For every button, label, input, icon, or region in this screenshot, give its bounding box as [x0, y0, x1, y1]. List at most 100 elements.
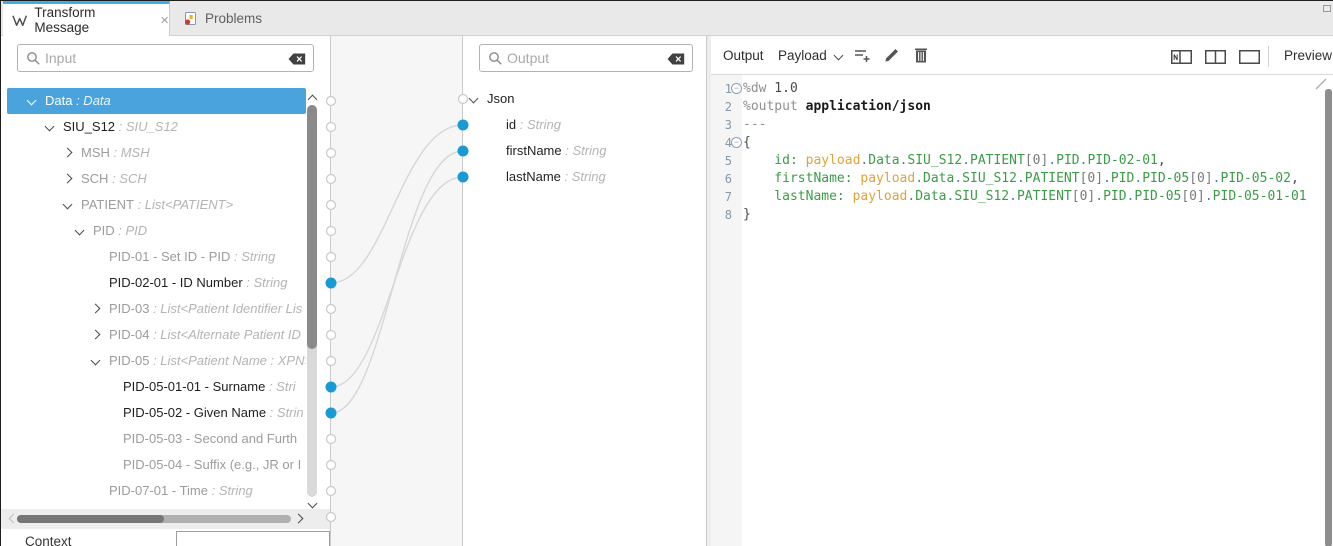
code-token-field: PATIENT: [1017, 189, 1072, 204]
input-port[interactable]: [327, 461, 336, 470]
node-name: PID-05-02 - Given Name: [123, 405, 266, 420]
context-input-box[interactable]: [176, 531, 330, 546]
vertical-scrollbar-thumb[interactable]: [307, 105, 317, 349]
tab-label: Transform Message: [34, 5, 149, 35]
input-search-field[interactable]: [45, 46, 287, 70]
tree-row-pid-05-02-given-name[interactable]: PID-05-02 - Given Name : Strin: [7, 400, 306, 426]
tree-row-pid-07-01-time[interactable]: PID-07-01 - Time : String: [7, 478, 306, 504]
tree-row-pid[interactable]: PID : PID: [7, 218, 306, 244]
tab-problems[interactable]: Problems: [173, 1, 272, 35]
code-token-field: SIU_S12: [962, 171, 1017, 186]
code-line: lastName: payload.Data.SIU_S12.PATIENT[0…: [743, 188, 1333, 206]
tree-row-pid-04[interactable]: PID-04 : List<Alternate Patient ID: [7, 322, 306, 348]
caret-right-icon[interactable]: [63, 148, 73, 158]
code-token-dot: .: [1205, 189, 1213, 204]
code-token-field: Data: [868, 153, 899, 168]
input-port[interactable]: [327, 253, 336, 262]
caret-right-icon[interactable]: [63, 174, 73, 184]
tree-row-data[interactable]: Data : Data: [7, 88, 306, 114]
input-port[interactable]: [326, 382, 337, 393]
fold-toggle-icon[interactable]: −: [731, 137, 742, 148]
input-port[interactable]: [327, 201, 336, 210]
input-port[interactable]: [327, 123, 336, 132]
tree-row-pid-02-01-id-number[interactable]: PID-02-01 - ID Number : String: [7, 270, 306, 296]
tree-row-firstname[interactable]: firstName : String: [464, 138, 704, 164]
tree-row-pid-05[interactable]: PID-05 : List<Patient Name : XPN>: [7, 348, 306, 374]
tree-row-pid-05-04-suffix-e-g-jr-or-i[interactable]: PID-05-04 - Suffix (e.g., JR or I: [7, 452, 306, 478]
payload-dropdown[interactable]: Payload: [778, 48, 827, 63]
clear-search-icon[interactable]: [288, 53, 306, 65]
code-token-dot: .: [1213, 171, 1221, 186]
tree-row-patient[interactable]: PATIENT : List<PATIENT>: [7, 192, 306, 218]
code-token-dot: .: [1017, 171, 1025, 186]
view-split-icon[interactable]: [1205, 50, 1226, 64]
close-icon[interactable]: ×: [160, 13, 169, 28]
line-number: 6: [714, 170, 732, 188]
output-port-firstName[interactable]: [458, 146, 469, 157]
caret-down-icon[interactable]: [27, 96, 37, 106]
input-port[interactable]: [327, 331, 336, 340]
input-port[interactable]: [327, 175, 336, 184]
code-token-idx: [0]: [1189, 171, 1212, 186]
caret-down-icon[interactable]: [63, 200, 73, 210]
mapping-canvas: [323, 36, 471, 546]
tree-row-sch[interactable]: SCH : SCH: [7, 166, 306, 192]
caret-down-icon[interactable]: [91, 356, 101, 366]
preview-button[interactable]: Preview: [1284, 48, 1332, 63]
input-port[interactable]: [327, 149, 336, 158]
clear-search-icon[interactable]: [667, 53, 685, 65]
tree-row-msh[interactable]: MSH : MSH: [7, 140, 306, 166]
caret-down-icon[interactable]: [75, 226, 85, 236]
input-port[interactable]: [327, 227, 336, 236]
view-single-icon[interactable]: [1239, 50, 1260, 64]
tree-row-pid-05-03-second-and-furth[interactable]: PID-05-03 - Second and Furth: [7, 426, 306, 452]
code-token-key: lastName:: [743, 189, 845, 204]
edit-pencil-icon[interactable]: [884, 47, 900, 63]
node-name: PID-05-04 - Suffix (e.g., JR or I: [123, 457, 301, 472]
tree-row-id[interactable]: id : String: [464, 112, 704, 138]
code-line: id: payload.Data.SIU_S12.PATIENT[0].PID.…: [743, 152, 1333, 170]
output-search-field[interactable]: [507, 46, 666, 70]
output-port-id[interactable]: [458, 120, 469, 131]
input-port[interactable]: [326, 278, 337, 289]
line-number: 4: [714, 134, 732, 152]
dataweave-code-editor[interactable]: %dw 1.0%output application/json---{ id: …: [743, 75, 1333, 546]
input-port[interactable]: [327, 435, 336, 444]
node-name: PID: [93, 223, 115, 238]
caret-down-icon[interactable]: [45, 122, 55, 132]
caret-right-icon[interactable]: [91, 304, 101, 314]
tree-row-pid-03[interactable]: PID-03 : List<Patient Identifier Lis: [7, 296, 306, 322]
line-number: 3: [714, 116, 732, 134]
input-port[interactable]: [327, 513, 336, 522]
fold-toggle-icon[interactable]: −: [731, 83, 742, 94]
tree-row-lastname[interactable]: lastName : String: [464, 164, 704, 190]
output-port-lastName[interactable]: [458, 172, 469, 183]
editor-scrollbar-thumb[interactable]: [1325, 89, 1332, 546]
code-token-idx: [0]: [1080, 171, 1103, 186]
horizontal-scrollbar-thumb[interactable]: [17, 515, 164, 523]
tree-row-json[interactable]: Json: [464, 86, 704, 112]
input-port[interactable]: [327, 305, 336, 314]
code-line: firstName: payload.Data.SIU_S12.PATIENT[…: [743, 170, 1333, 188]
input-port[interactable]: [327, 357, 336, 366]
tree-row-siu-s12[interactable]: SIU_S12 : SIU_S12: [7, 114, 306, 140]
code-token-plain: ,: [1158, 153, 1166, 168]
tree-row-pid-05-01-01-surname[interactable]: PID-05-01-01 - Surname : Stri: [7, 374, 306, 400]
input-port[interactable]: [326, 408, 337, 419]
minimize-view-icon[interactable]: [1323, 5, 1331, 12]
input-port[interactable]: [327, 487, 336, 496]
context-section-label: Context: [25, 534, 72, 546]
node-name: PATIENT: [81, 197, 134, 212]
view-tree-code-icon[interactable]: [1171, 50, 1192, 64]
header-divider: [1268, 46, 1269, 67]
code-token-field: PATIENT: [970, 153, 1025, 168]
node-name: PID-01 - Set ID - PID: [109, 249, 230, 264]
input-port[interactable]: [327, 97, 336, 106]
delete-trash-icon[interactable]: [914, 47, 928, 63]
tree-row-pid-01-set-id-pid[interactable]: PID-01 - Set ID - PID : String: [7, 244, 306, 270]
add-field-icon[interactable]: [854, 48, 871, 63]
output-port-Json[interactable]: [459, 95, 468, 104]
node-name: firstName: [506, 143, 562, 158]
caret-right-icon[interactable]: [91, 330, 101, 340]
tab-transform-message[interactable]: Transform Message ×: [3, 1, 170, 36]
